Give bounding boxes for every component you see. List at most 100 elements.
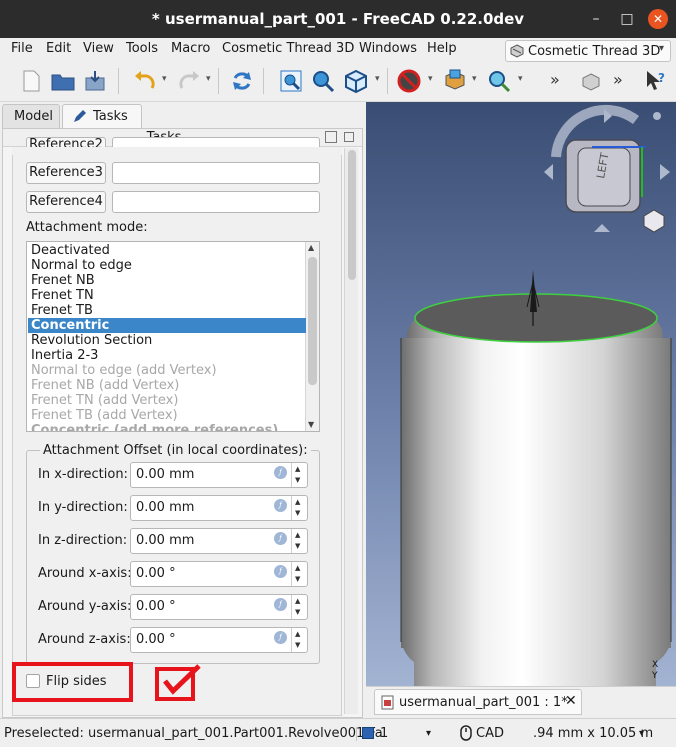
expression-icon[interactable]: ƒ (274, 565, 287, 578)
attachment-mode-item[interactable]: Inertia 2-3 (28, 348, 306, 363)
attachment-mode-item[interactable]: Frenet NB (28, 273, 306, 288)
fit-all-icon[interactable] (278, 68, 304, 94)
spin-buttons[interactable]: ▲ ▼ (291, 628, 307, 652)
draw-style-icon[interactable] (396, 68, 422, 94)
menu-macro[interactable]: Macro (171, 41, 210, 56)
list-scroll-thumb[interactable] (308, 257, 317, 385)
selection-dropdown-icon[interactable]: ▾ (472, 74, 477, 84)
reference4-field[interactable] (112, 191, 320, 213)
zoom-icon[interactable] (486, 68, 512, 94)
offset-spinbox[interactable]: 0.00 mm ƒ ▲ ▼ (130, 528, 308, 554)
reference4-button[interactable]: Reference4 (26, 191, 106, 213)
offset-spinbox[interactable]: 0.00 mm ƒ ▲ ▼ (130, 495, 308, 521)
offset-spinbox[interactable]: 0.00 mm ƒ ▲ ▼ (130, 462, 308, 488)
attachment-mode-item[interactable]: Frenet TN (28, 288, 306, 303)
attachment-mode-list[interactable]: ▲ ▼ Deactivated Normal to edge Frenet NB Fr… (26, 241, 320, 432)
open-folder-icon[interactable] (50, 68, 76, 94)
isometric-view-icon[interactable] (343, 68, 369, 94)
spin-buttons[interactable]: ▲ ▼ (291, 463, 307, 487)
spin-down-icon[interactable]: ▼ (295, 641, 300, 649)
view-dropdown-icon[interactable]: ▾ (375, 74, 380, 84)
fit-selection-icon[interactable] (310, 68, 336, 94)
menu-tools[interactable]: Tools (126, 41, 158, 56)
menu-cosmetic-thread[interactable]: Cosmetic Thread 3D (222, 41, 354, 56)
attachment-mode-item[interactable]: Deactivated (28, 243, 306, 258)
offset-value[interactable]: 0.00 mm (136, 500, 194, 515)
panel-scrollbar[interactable] (344, 148, 358, 714)
minimize-button[interactable]: – (586, 9, 606, 29)
menu-view[interactable]: View (83, 41, 114, 56)
toolbar-overflow-icon-2[interactable]: » (613, 70, 623, 89)
spin-up-icon[interactable]: ▲ (295, 630, 300, 638)
tab-model[interactable]: Model (2, 104, 60, 128)
spin-up-icon[interactable]: ▲ (295, 564, 300, 572)
spin-up-icon[interactable]: ▲ (295, 597, 300, 605)
close-button[interactable]: ✕ (648, 9, 668, 29)
spin-up-icon[interactable]: ▲ (295, 498, 300, 506)
expression-icon[interactable]: ƒ (274, 631, 287, 644)
scroll-up-icon[interactable]: ▲ (308, 243, 314, 252)
navigation-cube[interactable]: LEFT (536, 102, 676, 242)
spin-buttons[interactable]: ▲ ▼ (291, 595, 307, 619)
page-dropdown-icon[interactable]: ▾ (426, 728, 431, 739)
redo-dropdown-icon[interactable]: ▾ (206, 74, 211, 84)
part-icon[interactable] (578, 68, 604, 94)
document-tab[interactable]: usermanual_part_001 : 1* ✕ (374, 689, 582, 715)
collapse-panel-icon[interactable] (325, 131, 337, 143)
workbench-selector[interactable]: Cosmetic Thread 3D ▾ (505, 40, 671, 62)
refresh-icon[interactable] (229, 68, 255, 94)
offset-value[interactable]: 0.00 ° (136, 632, 176, 647)
spin-down-icon[interactable]: ▼ (295, 575, 300, 583)
spin-buttons[interactable]: ▲ ▼ (291, 562, 307, 586)
offset-spinbox[interactable]: 0.00 ° ƒ ▲ ▼ (130, 627, 308, 653)
scroll-down-icon[interactable]: ▼ (308, 420, 314, 429)
reference3-button[interactable]: Reference3 (26, 162, 106, 184)
spin-up-icon[interactable]: ▲ (295, 465, 300, 473)
menu-edit[interactable]: Edit (46, 41, 71, 56)
spin-buttons[interactable]: ▲ ▼ (291, 496, 307, 520)
attachment-mode-item[interactable]: Concentric (28, 318, 306, 333)
attachment-mode-item[interactable]: Revolution Section (28, 333, 306, 348)
zoom-dropdown-icon[interactable]: ▾ (518, 74, 523, 84)
offset-value[interactable]: 0.00 mm (136, 533, 194, 548)
list-scrollbar[interactable]: ▲ ▼ (305, 242, 319, 431)
panel-scroll-thumb[interactable] (348, 150, 356, 280)
whats-this-icon[interactable]: ? (642, 68, 668, 94)
navigation-style[interactable]: CAD (476, 726, 504, 741)
expression-icon[interactable]: ƒ (274, 466, 287, 479)
spin-up-icon[interactable]: ▲ (295, 531, 300, 539)
undo-dropdown-icon[interactable]: ▾ (162, 74, 167, 84)
expression-icon[interactable]: ƒ (274, 499, 287, 512)
offset-value[interactable]: 0.00 ° (136, 566, 176, 581)
menu-file[interactable]: File (11, 41, 33, 56)
offset-value[interactable]: 0.00 ° (136, 599, 176, 614)
attachment-mode-item[interactable]: Frenet TB (28, 303, 306, 318)
offset-spinbox[interactable]: 0.00 ° ƒ ▲ ▼ (130, 561, 308, 587)
expression-icon[interactable]: ƒ (274, 532, 287, 545)
reference3-field[interactable] (112, 162, 320, 184)
toolbar-overflow-icon[interactable]: » (550, 70, 560, 89)
save-icon[interactable] (82, 68, 108, 94)
spin-down-icon[interactable]: ▼ (295, 608, 300, 616)
offset-spinbox[interactable]: 0.00 ° ƒ ▲ ▼ (130, 594, 308, 620)
spin-down-icon[interactable]: ▼ (295, 542, 300, 550)
spin-buttons[interactable]: ▲ ▼ (291, 529, 307, 553)
menu-windows[interactable]: Windows (359, 41, 417, 56)
spin-down-icon[interactable]: ▼ (295, 509, 300, 517)
expression-icon[interactable]: ƒ (274, 598, 287, 611)
redo-icon[interactable] (176, 68, 202, 94)
maximize-button[interactable]: □ (617, 9, 637, 29)
undock-panel-icon[interactable] (344, 132, 354, 142)
undo-icon[interactable] (132, 68, 158, 94)
spin-down-icon[interactable]: ▼ (295, 476, 300, 484)
close-tab-icon[interactable]: ✕ (565, 693, 577, 709)
tab-tasks[interactable]: Tasks (62, 104, 142, 128)
offset-value[interactable]: 0.00 mm (136, 467, 194, 482)
attachment-mode-item[interactable]: Normal to edge (28, 258, 306, 273)
dimensions-dropdown-icon[interactable]: ▾ (639, 728, 644, 739)
menu-help[interactable]: Help (427, 41, 457, 56)
3d-viewport[interactable]: LEFT X Y (366, 102, 676, 686)
new-document-icon[interactable] (18, 68, 44, 94)
box-selection-icon[interactable] (442, 68, 468, 94)
draw-style-dropdown-icon[interactable]: ▾ (428, 74, 433, 84)
